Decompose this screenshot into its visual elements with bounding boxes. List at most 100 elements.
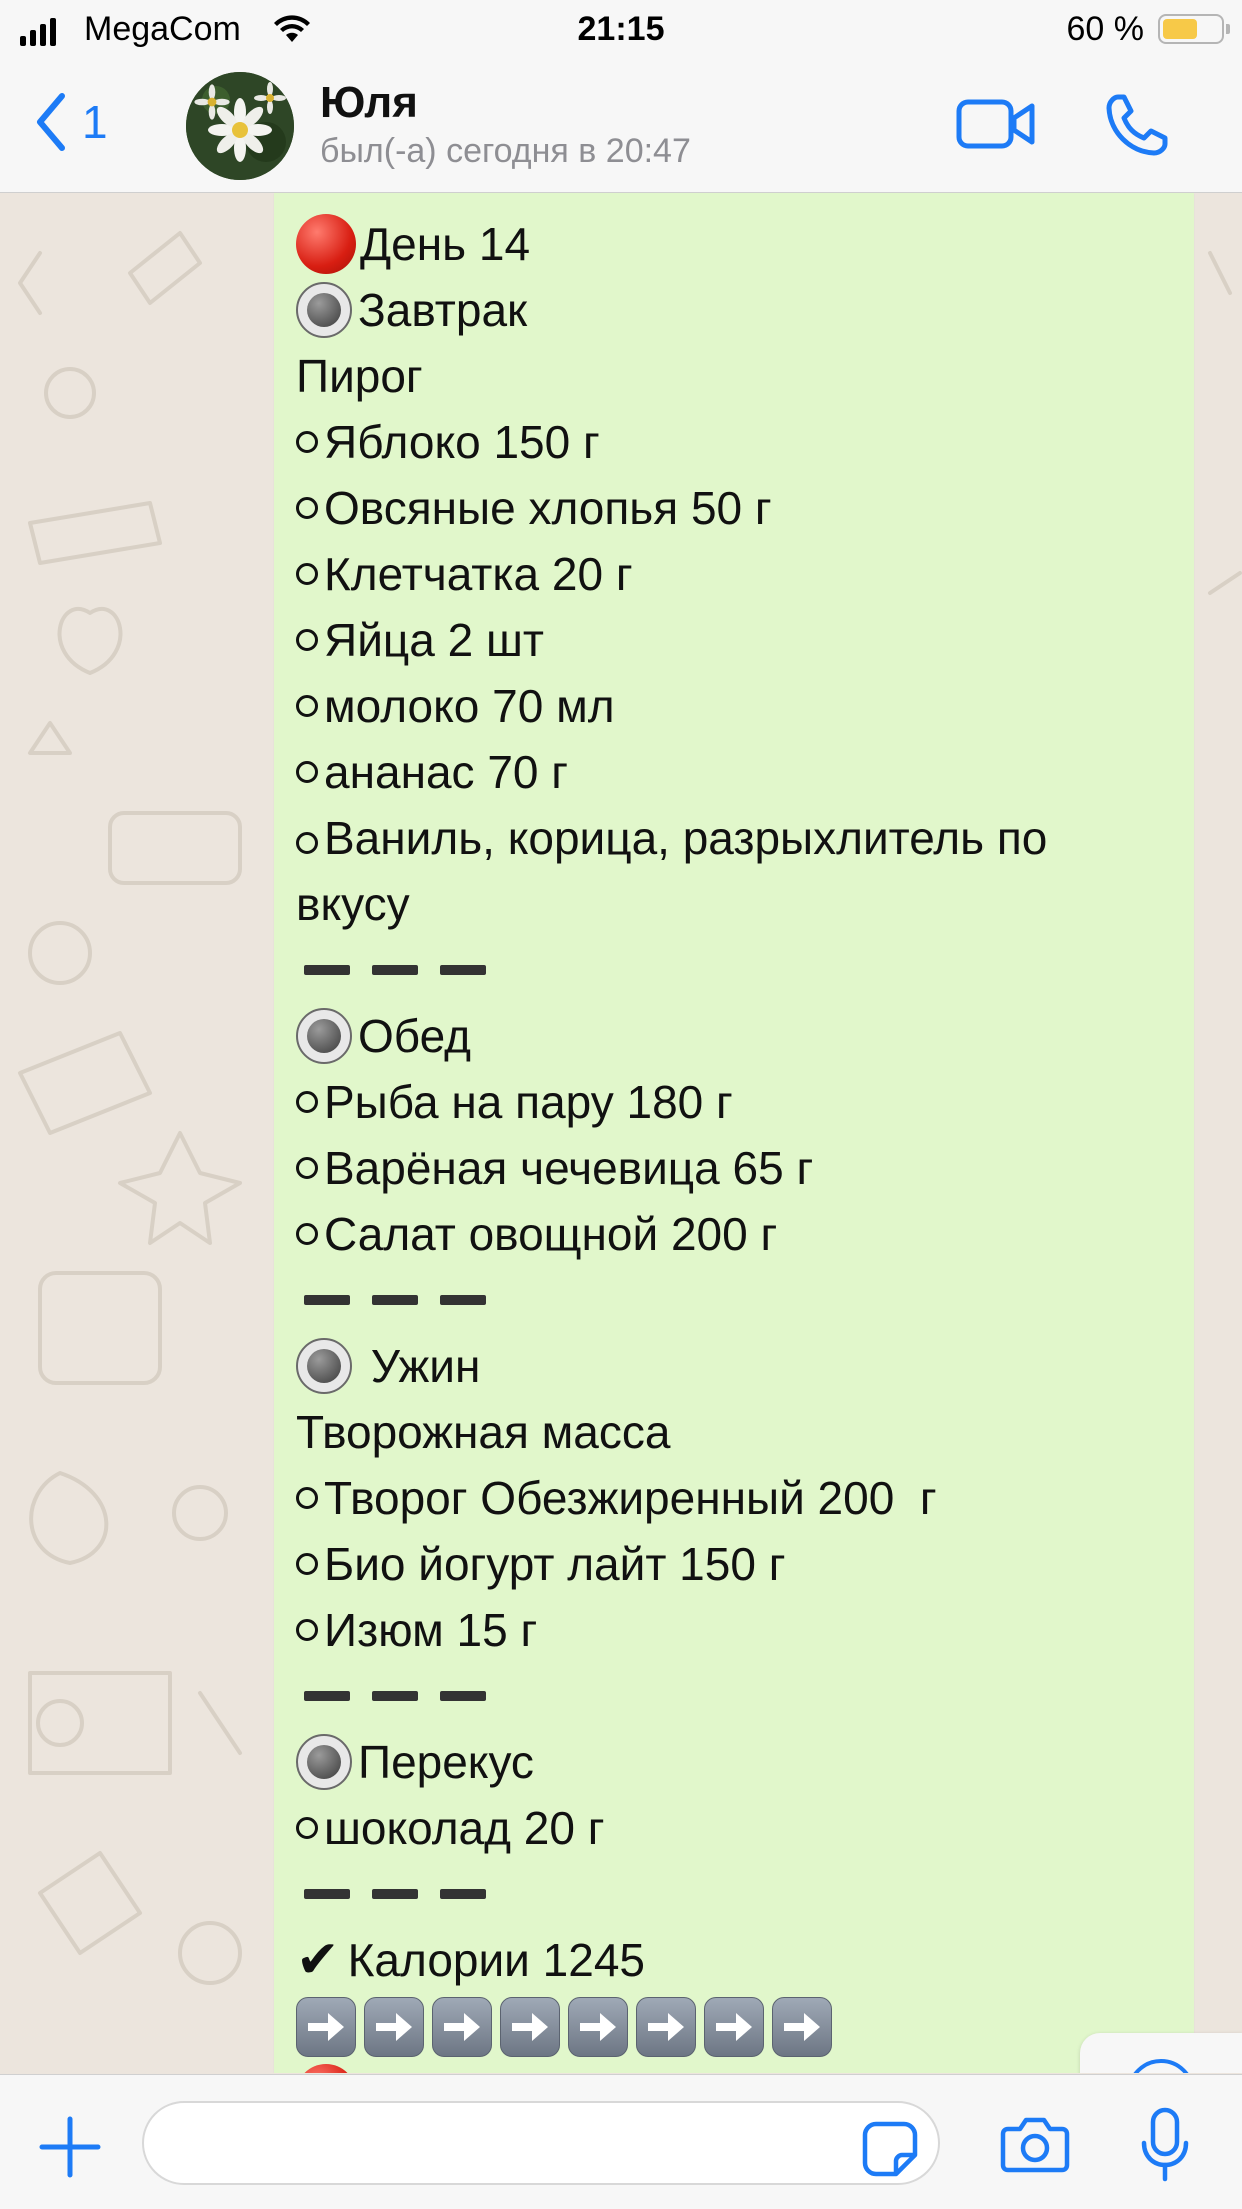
message-line: Яйца 2 шт: [296, 607, 1172, 673]
phone-icon: [1106, 94, 1168, 156]
message-line-text: Изюм 15 г: [324, 1604, 538, 1656]
message-line-text: шоколад 20 г: [324, 1802, 605, 1854]
bullet-circle-icon: [296, 1817, 318, 1839]
attach-button[interactable]: [38, 2115, 102, 2184]
message-line-text: Яблоко 150 г: [324, 416, 600, 468]
message-line-text: День 14: [360, 218, 531, 270]
camera-icon: [1000, 2117, 1070, 2173]
clock: 21:15: [577, 10, 665, 48]
message-line-text: Обед: [358, 1010, 472, 1062]
message-line: День 14: [296, 211, 1172, 277]
sticker-icon: [862, 2121, 918, 2177]
arrow-emoji-row: [296, 1993, 1172, 2061]
message-line: Ужин: [296, 1333, 1172, 1399]
status-bar: MegaCom 21:15 60 %: [0, 0, 1242, 62]
bullet-circle-icon: [296, 431, 318, 453]
message-line-text: День 28: [360, 2061, 530, 2073]
battery-percent: 60 %: [1066, 10, 1145, 48]
bullet-circle-icon: [296, 695, 318, 717]
input-bar: [0, 2074, 1242, 2209]
message-line: День 28: [296, 2061, 1172, 2073]
separator-dashes: [296, 1663, 1172, 1729]
message-line-text: Яйца 2 шт: [324, 614, 544, 666]
camera-button[interactable]: [1000, 2115, 1070, 2178]
bullet-circle-icon: [296, 497, 318, 519]
bullet-circle-icon: [296, 1619, 318, 1641]
bullet-circle-icon: [296, 563, 318, 585]
scroll-to-bottom-button[interactable]: [1080, 2033, 1242, 2073]
separator-dashes: [296, 1861, 1172, 1927]
radio-button-icon: [296, 1734, 352, 1790]
right-arrow-icon: [704, 1997, 764, 2057]
right-arrow-icon: [772, 1997, 832, 2057]
right-arrow-icon: [364, 1997, 424, 2057]
message-line-text: Био йогурт лайт 150 г: [324, 1538, 786, 1590]
message-line: Овсяные хлопья 50 г: [296, 475, 1172, 541]
radio-button-icon: [296, 282, 352, 338]
unread-count: 1: [82, 96, 108, 148]
right-arrow-icon: [568, 1997, 628, 2057]
microphone-icon: [1141, 2107, 1189, 2182]
chevron-left-icon: [37, 93, 65, 151]
contact-last-seen: был(-а) сегодня в 20:47: [320, 132, 691, 170]
message-input[interactable]: [142, 2101, 940, 2185]
plus-icon: [39, 2116, 101, 2178]
avatar[interactable]: [186, 72, 294, 180]
contact-name[interactable]: Юля: [320, 78, 418, 128]
video-camera-icon: [956, 99, 1035, 149]
right-arrow-icon: [432, 1997, 492, 2057]
message-line: Клетчатка 20 г: [296, 541, 1172, 607]
bullet-circle-icon: [296, 761, 318, 783]
message-line-text: Ваниль, корица, разрыхлитель по вкусу: [296, 812, 1048, 930]
right-arrow-icon: [636, 1997, 696, 2057]
red-circle-icon: [296, 2064, 356, 2073]
message-line: Яблоко 150 г: [296, 409, 1172, 475]
message-line-text: Салат овощной 200 г: [324, 1208, 778, 1260]
bullet-circle-icon: [296, 1553, 318, 1575]
separator-dashes: [296, 1267, 1172, 1333]
message-line-text: Клетчатка 20 г: [324, 548, 633, 600]
check-mark-icon: ✔: [296, 1931, 340, 1989]
battery-icon: [1158, 14, 1230, 44]
message-line: Творог Обезжиренный 200 г: [296, 1465, 1172, 1531]
message-line-text: Ужин: [358, 1340, 481, 1392]
message-line-text: молоко 70 мл: [324, 680, 615, 732]
chat-area[interactable]: День 14 Завтрак Пирог Яблоко 150 г Овсяные х…: [0, 193, 1242, 2073]
right-arrow-icon: [500, 1997, 560, 2057]
message-line: Салат овощной 200 г: [296, 1201, 1172, 1267]
message-line-text: Варёная чечевица 65 г: [324, 1142, 814, 1194]
message-line-text: Овсяные хлопья 50 г: [324, 482, 772, 534]
video-call-button[interactable]: [956, 96, 1036, 157]
message-line: шоколад 20 г: [296, 1795, 1172, 1861]
message-line: Перекус: [296, 1729, 1172, 1795]
message-line: Рыба на пару 180 г: [296, 1069, 1172, 1135]
radio-button-icon: [296, 1338, 352, 1394]
bullet-circle-icon: [296, 1487, 318, 1509]
message-bubble[interactable]: День 14 Завтрак Пирог Яблоко 150 г Овсяные х…: [274, 193, 1194, 2073]
red-circle-icon: [296, 214, 356, 274]
message-line-text: Калории 1245: [347, 1934, 645, 1986]
message-line: Творожная масса: [296, 1399, 1172, 1465]
message-line-text: Творог Обезжиренный 200 г: [324, 1472, 937, 1524]
bullet-circle-icon: [296, 832, 318, 854]
back-button[interactable]: 1: [34, 92, 108, 152]
message-line: ананас 70 г: [296, 739, 1172, 805]
message-line-text: ананас 70 г: [324, 746, 569, 798]
sticker-button[interactable]: [862, 2121, 918, 2182]
message-line: Изюм 15 г: [296, 1597, 1172, 1663]
message-line-text: Завтрак: [358, 284, 528, 336]
microphone-button[interactable]: [1140, 2107, 1190, 2188]
chat-header: 1 Юля был(-а) сегодня в 20:47: [0, 62, 1242, 193]
voice-call-button[interactable]: [1104, 92, 1170, 163]
message-line: Обед: [296, 1003, 1172, 1069]
message-line: ✔ Калории 1245: [296, 1927, 1172, 1993]
message-line: молоко 70 мл: [296, 673, 1172, 739]
bullet-circle-icon: [296, 1157, 318, 1179]
message-line: Био йогурт лайт 150 г: [296, 1531, 1172, 1597]
bullet-circle-icon: [296, 629, 318, 651]
message-line-text: Творожная масса: [296, 1406, 671, 1458]
chevron-down-circle-icon: [1133, 2059, 1189, 2073]
separator-dashes: [296, 937, 1172, 1003]
message-line: Пирог: [296, 343, 1172, 409]
message-line: Варёная чечевица 65 г: [296, 1135, 1172, 1201]
